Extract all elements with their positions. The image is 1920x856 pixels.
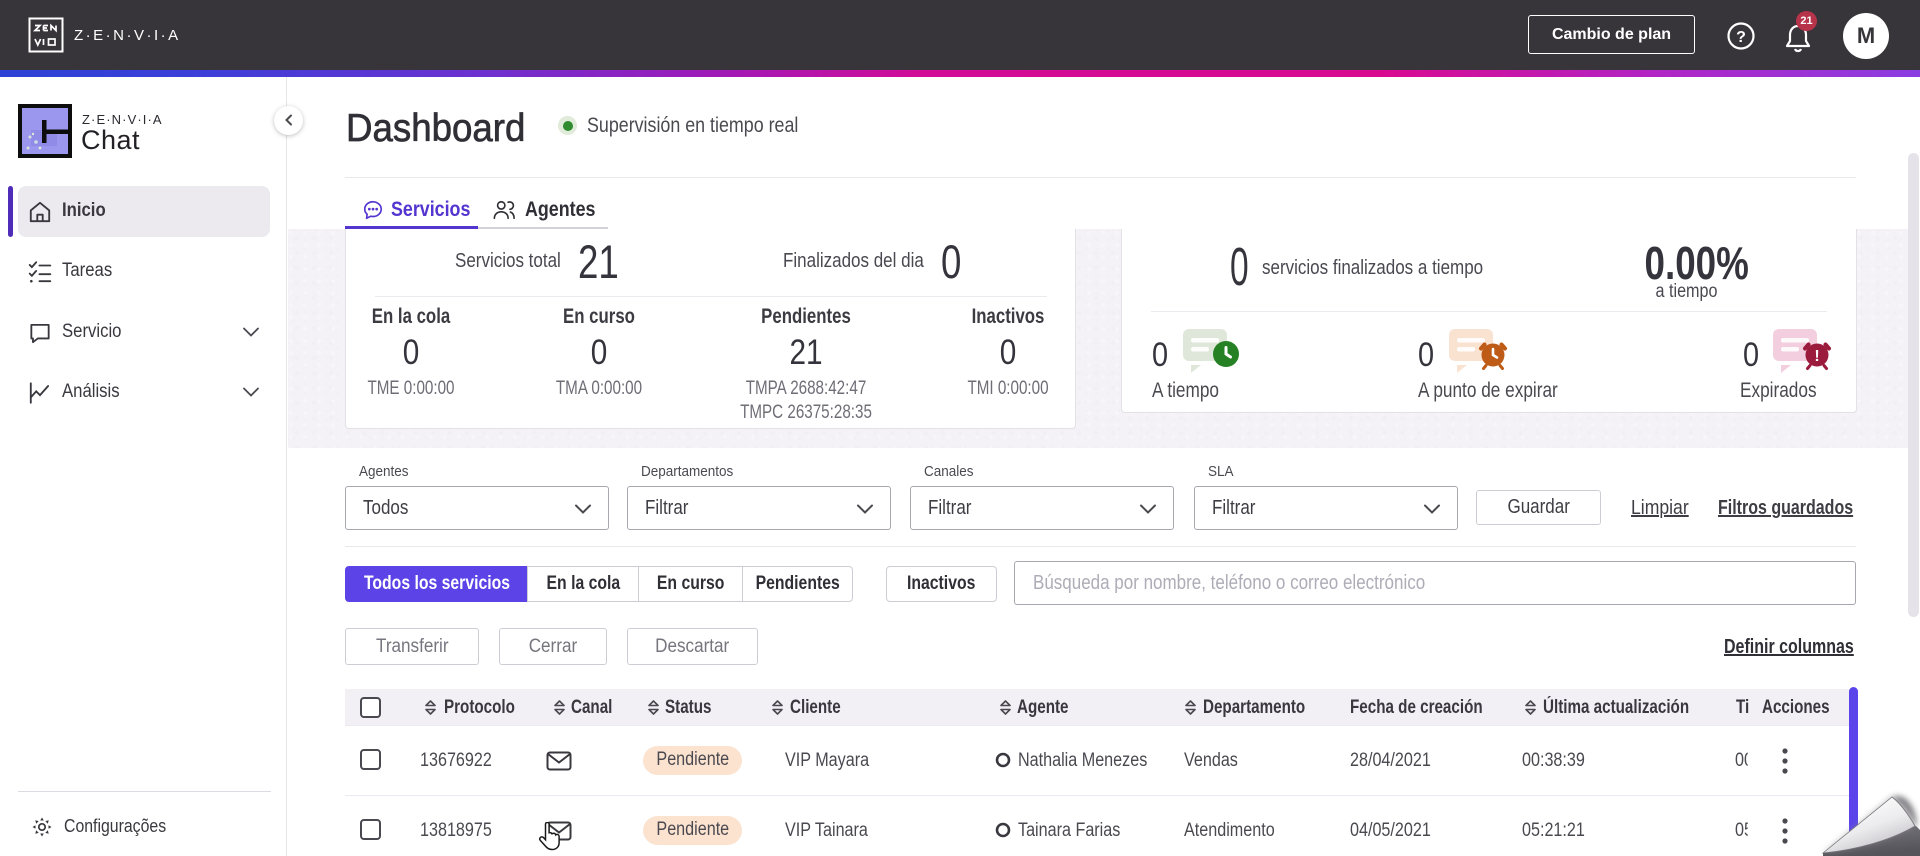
svg-text:!: ! <box>1814 348 1819 365</box>
svg-text:?: ? <box>1736 29 1746 46</box>
